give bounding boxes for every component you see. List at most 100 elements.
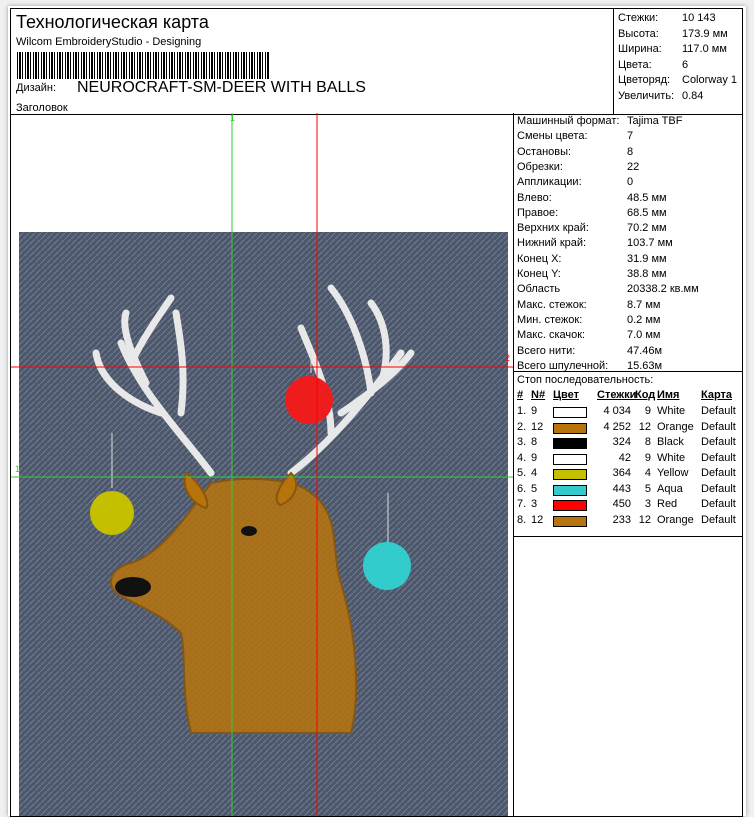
color-code: 12 <box>638 420 651 433</box>
color-code: 9 <box>644 451 651 464</box>
step-number: 6. <box>517 482 527 495</box>
column-header: Цвет <box>553 389 580 401</box>
needle-number: 9 <box>531 451 538 464</box>
summary-label: Высота: <box>618 27 659 40</box>
design-preview: 1 1 2 <box>11 113 514 816</box>
summary-label: Цвета: <box>618 58 652 71</box>
table-row: 1. 9 4 034 9 White Default <box>517 405 739 420</box>
color-swatch <box>553 469 587 480</box>
detail-row: Аппликации: 0 <box>517 176 633 188</box>
color-code: 12 <box>638 513 651 526</box>
needle-number: 12 <box>531 513 544 526</box>
detail-label: Мин. стежок: <box>517 313 583 326</box>
summary-label: Стежки: <box>618 12 659 24</box>
chart-name: Default <box>701 420 736 433</box>
page-title: Технологическая карта <box>16 12 209 32</box>
chart-name: Default <box>701 405 736 417</box>
detail-row: Влево: 48.5 мм <box>517 191 667 204</box>
software-name: Wilcom EmbroideryStudio - Designing <box>16 36 202 48</box>
chart-name: Default <box>701 451 736 464</box>
stitch-count: 443 <box>612 482 631 495</box>
detail-value: 15.63м <box>627 359 663 372</box>
color-code: 5 <box>644 482 651 495</box>
color-code: 3 <box>644 498 651 510</box>
summary-label: Ширина: <box>618 43 662 55</box>
detail-row: Макс. скачок: 7.0 мм <box>517 329 660 342</box>
color-swatch <box>553 484 587 496</box>
detail-row: Нижний край: 103.7 мм <box>517 237 673 249</box>
red-ball <box>285 376 333 424</box>
table-row: 7. 3 450 3 Red Default <box>517 498 739 513</box>
detail-value: 0.2 мм <box>627 313 661 326</box>
worksheet-page: Технологическая карта Wilcom EmbroideryS… <box>8 6 746 817</box>
detail-label: Область <box>517 283 561 296</box>
detail-value: 7.0 мм <box>627 329 661 342</box>
detail-row: Конец X: 31.9 мм <box>517 252 667 265</box>
detail-value: Tajima TBF <box>627 115 683 127</box>
needle-number: 5 <box>531 482 538 495</box>
detail-label: Всего шпулечной: <box>517 359 609 372</box>
column-header: Имя <box>657 389 680 401</box>
detail-row: Машинный формат: Tajima TBF <box>517 115 682 127</box>
color-name: White <box>657 405 686 417</box>
needle-number: 8 <box>531 436 538 448</box>
detail-label: Остановы: <box>517 145 572 158</box>
detail-label: Всего нити: <box>517 344 576 357</box>
color-name: Yellow <box>657 467 689 479</box>
table-row: 3. 8 324 8 Black Default <box>517 436 739 451</box>
color-swatch <box>553 422 587 434</box>
detail-label: Макс. скачок: <box>517 329 586 342</box>
summary-label: Увеличить: <box>618 89 675 102</box>
guide-label: 1 <box>15 464 21 474</box>
summary-value: 10 143 <box>682 12 716 24</box>
summary-value: 117.0 мм <box>682 43 727 55</box>
needle-number: 12 <box>531 420 544 433</box>
color-code: 8 <box>644 436 651 448</box>
color-swatch <box>553 500 587 511</box>
table-row: 2. 12 4 252 12 Orange Default <box>517 421 739 436</box>
table-row: 8. 12 233 12 Orange Default <box>517 514 739 529</box>
column-header: Код <box>635 389 656 401</box>
detail-value: 8.7 мм <box>627 298 661 311</box>
column-header: # <box>517 389 524 401</box>
detail-row: Верхних край: 70.2 мм <box>517 222 667 234</box>
color-swatch <box>553 453 587 465</box>
detail-row: Правое: 68.5 мм <box>517 207 667 219</box>
chart-name: Default <box>701 436 736 448</box>
design-name: NEUROCRAFT-SM-DEER WITH BALLS <box>77 79 366 96</box>
detail-value: 68.5 мм <box>627 206 667 219</box>
chart-name: Default <box>701 498 736 510</box>
design-label: Дизайн: <box>16 82 57 94</box>
detail-label: Конец X: <box>517 252 562 265</box>
detail-row: Конец Y: 38.8 мм <box>517 268 667 280</box>
stitch-count: 364 <box>612 467 631 479</box>
main-area: 1 1 2 Стоп последовательность: # N# Цвет Ст… <box>10 113 743 817</box>
stitch-count: 233 <box>612 513 631 526</box>
detail-value: 8 <box>627 145 634 158</box>
stitch-count: 4 034 <box>603 405 631 417</box>
column-header: N# <box>531 389 546 401</box>
detail-value: 103.7 мм <box>627 237 673 250</box>
summary-label: Цветоряд: <box>618 74 671 86</box>
deer-nose <box>115 577 151 597</box>
stitch-count: 4 252 <box>603 420 631 433</box>
design-canvas <box>11 113 513 816</box>
color-name: White <box>657 451 686 464</box>
detail-row: Остановы: 8 <box>517 145 633 158</box>
aqua-ball <box>363 542 411 590</box>
detail-row: Макс. стежок: 8.7 мм <box>517 299 660 311</box>
detail-value: 22 <box>627 160 640 173</box>
color-name: Black <box>657 436 684 448</box>
detail-value: 31.9 мм <box>627 252 667 265</box>
table-row: 6. 5 443 5 Aqua Default <box>517 483 739 498</box>
detail-label: Влево: <box>517 191 552 204</box>
detail-value: 7 <box>627 130 634 143</box>
table-row: 4. 9 42 9 White Default <box>517 452 739 467</box>
guide-label: 1 <box>230 113 236 123</box>
detail-row: Обрезки: 22 <box>517 161 639 173</box>
detail-label: Машинный формат: <box>517 115 620 127</box>
yellow-ball <box>90 491 134 535</box>
color-name: Red <box>657 498 678 510</box>
summary-value: 173.9 мм <box>682 27 728 40</box>
color-name: Orange <box>657 513 694 526</box>
